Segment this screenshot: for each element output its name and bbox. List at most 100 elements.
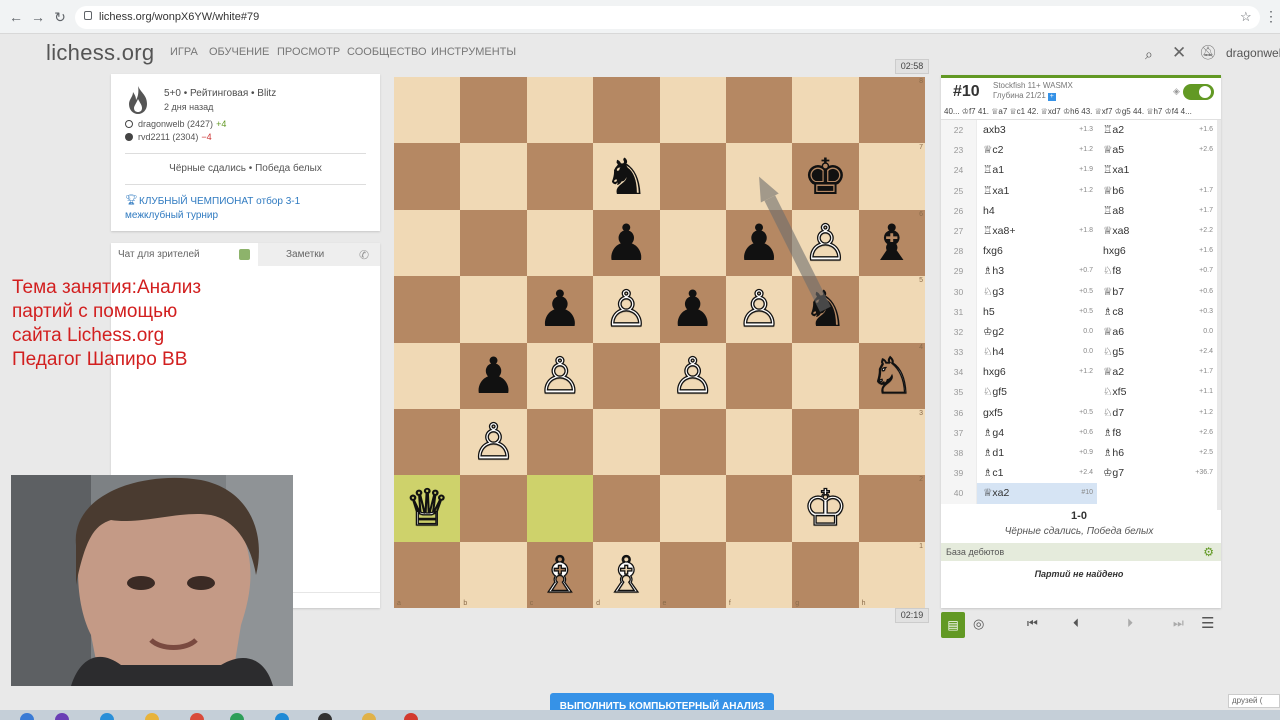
- black-move[interactable]: ♗h6 +2.5: [1097, 443, 1217, 463]
- square-a5[interactable]: [394, 276, 461, 343]
- nav-learn[interactable]: ОБУЧЕНИЕ: [209, 46, 269, 58]
- square-h2[interactable]: 2: [858, 475, 925, 542]
- square-e2[interactable]: [659, 475, 726, 542]
- square-g8[interactable]: [792, 77, 859, 144]
- square-h4[interactable]: ♘ 4: [858, 342, 925, 409]
- square-d8[interactable]: [593, 77, 660, 144]
- square-h3[interactable]: 3: [858, 408, 925, 476]
- piece-g6[interactable]: ♙: [792, 210, 858, 276]
- square-b2[interactable]: [460, 475, 527, 542]
- square-b1[interactable]: b: [460, 541, 527, 608]
- black-move[interactable]: ♗f8 +2.6: [1097, 423, 1217, 443]
- piece-a2[interactable]: ♕: [394, 475, 460, 541]
- black-move[interactable]: [1097, 483, 1217, 503]
- square-b8[interactable]: [460, 77, 527, 144]
- piece-f5[interactable]: ♙: [726, 276, 792, 342]
- black-move[interactable]: ♖a2 +1.6: [1097, 120, 1217, 140]
- black-move[interactable]: ♘g5 +2.4: [1097, 342, 1217, 362]
- white-move[interactable]: ♗h3 +0.7: [977, 261, 1097, 281]
- square-h8[interactable]: 8: [858, 77, 925, 144]
- square-h7[interactable]: 7: [858, 143, 925, 210]
- white-move[interactable]: h4: [977, 201, 1097, 221]
- address-bar[interactable]: lichess.org/wonpX6YW/white#79: [75, 6, 1260, 29]
- chat-toggle[interactable]: [239, 249, 250, 260]
- square-b4[interactable]: ♟: [460, 342, 527, 409]
- black-move[interactable]: ♕a5 +2.6: [1097, 140, 1217, 160]
- last-move-icon[interactable]: ⏭: [1173, 616, 1184, 631]
- square-c8[interactable]: [526, 77, 594, 144]
- piece-b3[interactable]: ♙: [460, 409, 526, 475]
- player-black-name[interactable]: rvd2211 (2304): [138, 132, 198, 142]
- user-menu[interactable]: dragonwelb: [1226, 46, 1280, 60]
- square-e6[interactable]: [659, 209, 726, 277]
- piece-c1[interactable]: ♗: [527, 542, 593, 608]
- white-move[interactable]: ♗c1 +2.4: [977, 463, 1097, 483]
- taskbar-app-icon[interactable]: [55, 713, 69, 720]
- square-f2[interactable]: [725, 475, 793, 542]
- engine-settings-icon[interactable]: ◈: [1173, 86, 1180, 97]
- board-grid[interactable]: 8 ♞ ♚ 7 ♟ ♟ ♙ ♝ 6 ♟ ♙ ♟ ♙ ♞ 5 ♟ ♙ ♙ ♘ 4 ♙ 3 ♕ ♔ 2 a b ♗ c ♗ d e f g h 1: [394, 77, 925, 608]
- tournament-link[interactable]: КЛУБНЫЙ ЧЕМПИОНАТ отбор 3-1 межклубный т…: [125, 195, 355, 223]
- square-g3[interactable]: [792, 408, 859, 476]
- square-h5[interactable]: 5: [858, 276, 925, 343]
- piece-d1[interactable]: ♗: [593, 542, 659, 608]
- square-g2[interactable]: ♔: [792, 475, 859, 542]
- square-a8[interactable]: [394, 77, 461, 144]
- player-white-name[interactable]: dragonwelb (2427): [138, 119, 213, 129]
- square-a1[interactable]: a: [394, 541, 461, 608]
- taskbar-app-icon[interactable]: [20, 713, 34, 720]
- black-move[interactable]: ♕xa8 +2.2: [1097, 221, 1217, 241]
- square-d4[interactable]: [593, 342, 660, 409]
- square-e4[interactable]: ♙: [659, 342, 726, 409]
- white-move[interactable]: ♘gf5: [977, 382, 1097, 402]
- taskbar-app-icon[interactable]: [100, 713, 114, 720]
- bell-off-icon[interactable]: 🔕︎: [1199, 44, 1217, 61]
- star-icon[interactable]: ☆: [1240, 9, 1252, 25]
- white-move[interactable]: ♖xa8+ +1.8: [977, 221, 1097, 241]
- square-g5[interactable]: ♞: [792, 276, 859, 343]
- back-arrow-icon[interactable]: ←: [8, 9, 24, 25]
- taskbar-app-icon[interactable]: [318, 713, 332, 720]
- square-c1[interactable]: ♗ c: [526, 541, 594, 608]
- site-logo[interactable]: lichess.org: [46, 40, 154, 66]
- square-f3[interactable]: [725, 408, 793, 476]
- piece-d5[interactable]: ♙: [593, 276, 659, 342]
- white-move[interactable]: ♕xa2 #10: [977, 483, 1097, 504]
- black-move[interactable]: ♕a2 +1.7: [1097, 362, 1217, 382]
- square-a3[interactable]: [394, 408, 461, 476]
- square-g7[interactable]: ♚: [792, 143, 859, 210]
- square-h6[interactable]: ♝ 6: [858, 209, 925, 277]
- piece-g2[interactable]: ♔: [792, 475, 858, 541]
- move-list-scrollbar[interactable]: [1217, 120, 1221, 510]
- black-move[interactable]: ♘d7 +1.2: [1097, 403, 1217, 423]
- black-move[interactable]: ♖a8 +1.7: [1097, 201, 1217, 221]
- square-d7[interactable]: ♞: [593, 143, 660, 210]
- taskbar-app-icon[interactable]: [190, 713, 204, 720]
- square-b7[interactable]: [460, 143, 527, 210]
- black-move[interactable]: ♕a6 0.0: [1097, 322, 1217, 342]
- black-move[interactable]: ♘xf5 +1.1: [1097, 382, 1217, 402]
- square-c3[interactable]: [526, 408, 594, 476]
- white-move[interactable]: gxf5 +0.5: [977, 403, 1097, 423]
- friends-box[interactable]: друзей (: [1228, 694, 1280, 708]
- square-d6[interactable]: ♟: [593, 209, 660, 277]
- nav-tools[interactable]: ИНСТРУМЕНТЫ: [431, 46, 516, 58]
- engine-toggle[interactable]: [1183, 84, 1214, 100]
- black-move[interactable]: ♔g7 +36.7: [1097, 463, 1217, 483]
- reload-icon[interactable]: ↻: [52, 9, 68, 25]
- piece-e4[interactable]: ♙: [660, 343, 726, 409]
- nav-play[interactable]: ИГРА: [170, 46, 198, 58]
- square-h1[interactable]: h1: [858, 541, 925, 608]
- square-g6[interactable]: ♙: [792, 209, 859, 277]
- piece-f6[interactable]: ♟: [726, 210, 792, 276]
- square-f1[interactable]: f: [725, 541, 793, 608]
- white-move[interactable]: ♔g2 0.0: [977, 322, 1097, 342]
- square-c6[interactable]: [526, 209, 594, 277]
- square-f4[interactable]: [725, 342, 793, 409]
- white-move[interactable]: ♖xa1 +1.2: [977, 181, 1097, 201]
- square-f6[interactable]: ♟: [725, 209, 793, 277]
- taskbar-app-icon[interactable]: [145, 713, 159, 720]
- black-move[interactable]: ♗c8 +0.3: [1097, 302, 1217, 322]
- taskbar-app-icon[interactable]: [230, 713, 244, 720]
- black-move[interactable]: ♕b7 +0.6: [1097, 282, 1217, 302]
